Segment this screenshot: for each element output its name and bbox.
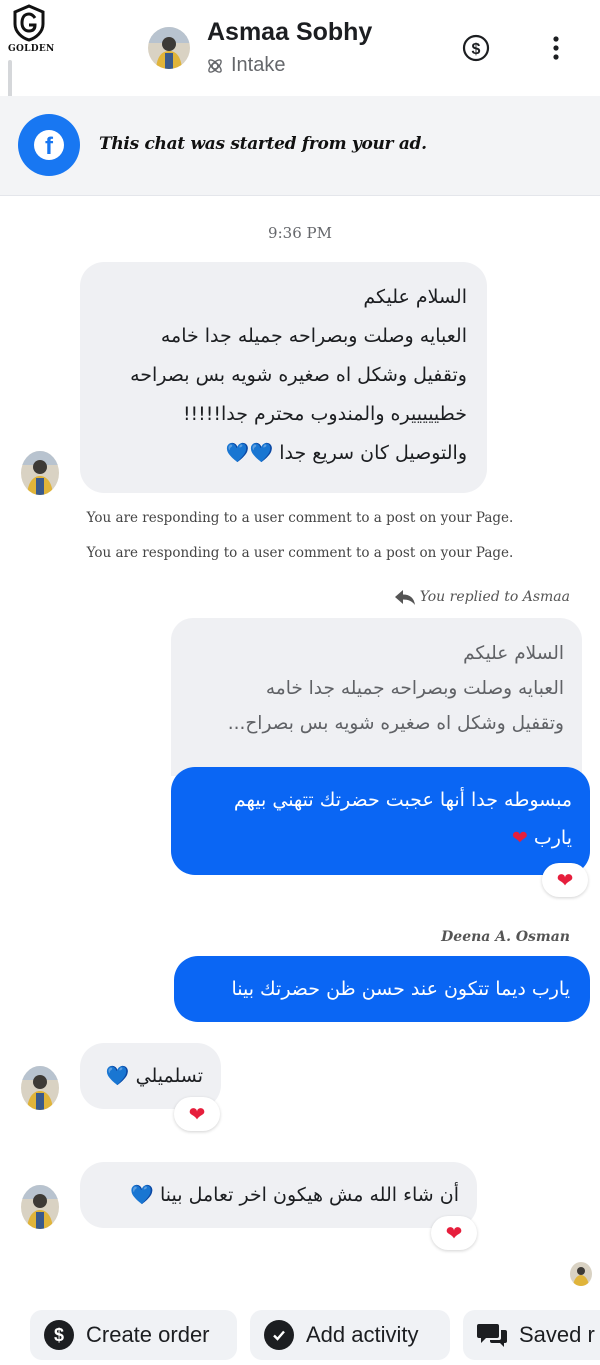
quote-line: العبايه وصلت وبصراحه جميله جدا خامه (265, 678, 564, 699)
heart-reaction[interactable]: ❤ (542, 863, 588, 897)
contact-avatar[interactable] (148, 27, 190, 69)
reply-indicator: You replied to Asmaa (394, 588, 570, 606)
saved-replies-label: Saved r (519, 1322, 595, 1347)
heart-reaction[interactable]: ❤ (431, 1216, 477, 1250)
reply-label-text: You replied to Asmaa (419, 589, 570, 605)
create-order-label: Create order (86, 1322, 210, 1347)
red-heart-emoji: ❤ (511, 827, 528, 849)
svg-text:$: $ (472, 41, 481, 58)
quote-line: وتقفيل وشكل اه صغيره شويه بس بصراح... (227, 713, 564, 734)
vertical-dots-icon (553, 36, 559, 60)
ad-origin-banner: f This chat was started from your ad. (0, 96, 600, 196)
quick-actions-bar: $ Create order Add activity Saved r (0, 1300, 600, 1365)
message-line: السلام عليكم (363, 286, 467, 308)
incoming-message[interactable]: أن شاء الله مش هيكون اخر تعامل بينا 💙 (80, 1162, 477, 1228)
dollar-circle-icon: $ (462, 34, 490, 62)
message-line: مبسوطه جدا أنها عجبت حضرتك تتهني بيهم (233, 789, 572, 811)
golden-logo-mark (13, 4, 45, 42)
reply-arrow-icon (394, 590, 415, 605)
seen-receipt-avatar (570, 1262, 592, 1286)
stage-selector[interactable]: Intake (205, 54, 285, 77)
sender-avatar[interactable] (21, 1185, 59, 1229)
message-line: خطيييييره والمندوب محترم جدا!!!!! (182, 403, 467, 425)
message-timestamp: 9:36 PM (268, 224, 332, 242)
saved-replies-button[interactable]: Saved r (463, 1310, 600, 1360)
sender-name: Deena A. Osman (441, 929, 570, 945)
create-order-button[interactable]: $ Create order (30, 1310, 237, 1360)
sender-avatar[interactable] (21, 1066, 59, 1110)
outgoing-message[interactable]: يارب ديما تتكون عند حسن ظن حضرتك بينا (174, 956, 590, 1022)
speech-bubbles-icon (477, 1324, 507, 1347)
dollar-icon: $ (44, 1320, 74, 1350)
blue-heart-emoji: 💙💙 (225, 442, 274, 464)
quoted-message[interactable]: السلام عليكم العبايه وصلت وبصراحه جميله … (171, 618, 582, 776)
message-line: العبايه وصلت وبصراحه جميله جدا خامه (160, 325, 467, 347)
message-line: وتقفيل وشكل اه صغيره شويه بس بصراحه (130, 364, 467, 386)
blue-heart-emoji: 💙 (105, 1065, 130, 1087)
ad-banner-text: This chat was started from your ad. (99, 134, 427, 154)
message-line: يارب (533, 827, 572, 849)
incoming-message[interactable]: السلام عليكم العبايه وصلت وبصراحه جميله … (80, 262, 487, 493)
payment-button[interactable]: $ (462, 34, 490, 62)
message-line: والتوصيل كان سريع جدا (279, 442, 467, 464)
message-line: أن شاء الله مش هيكون اخر تعامل بينا (160, 1184, 459, 1206)
golden-logo: GOLDEN (8, 4, 54, 64)
system-note: You are responding to a user comment to … (86, 545, 514, 561)
add-activity-label: Add activity (306, 1322, 419, 1347)
logo-text: GOLDEN (8, 44, 55, 54)
sender-avatar[interactable] (21, 451, 59, 495)
heart-reaction[interactable]: ❤ (174, 1097, 220, 1131)
contact-name[interactable]: Asmaa Sobhy (207, 18, 372, 47)
intake-stage-icon (208, 58, 222, 73)
message-line: تسلميلي (135, 1065, 203, 1087)
blue-heart-emoji: 💙 (130, 1184, 154, 1206)
checkmark-icon (264, 1320, 294, 1350)
more-options-button[interactable] (544, 34, 568, 62)
add-activity-button[interactable]: Add activity (250, 1310, 450, 1360)
message-line: يارب ديما تتكون عند حسن ظن حضرتك بينا (231, 978, 570, 1000)
outgoing-message[interactable]: مبسوطه جدا أنها عجبت حضرتك تتهني بيهم يا… (171, 767, 590, 875)
system-note: You are responding to a user comment to … (86, 510, 514, 526)
stage-label: Intake (231, 54, 286, 76)
facebook-icon: f (18, 114, 80, 176)
quote-line: السلام عليكم (463, 643, 564, 664)
